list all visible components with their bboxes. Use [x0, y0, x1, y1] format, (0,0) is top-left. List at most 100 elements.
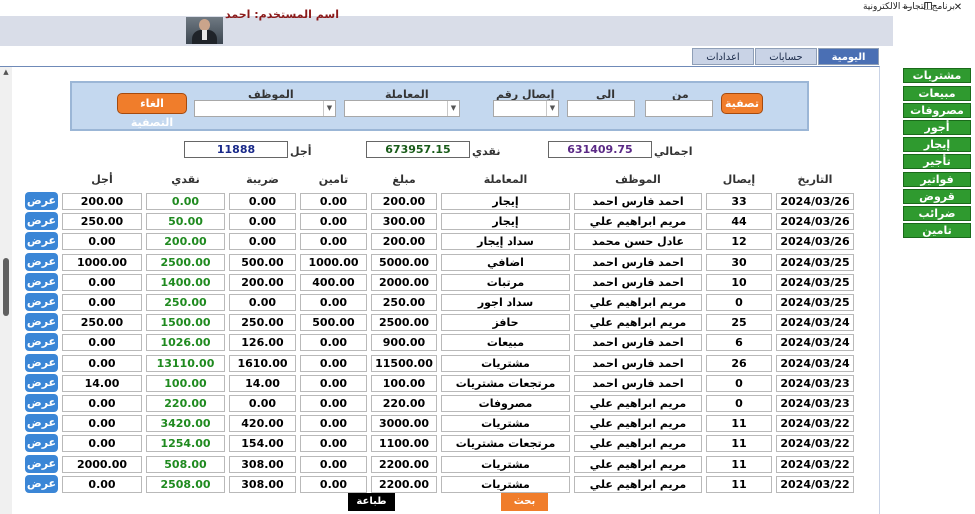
cell-amount: 2500.00 [371, 314, 437, 332]
cell-insurance: 0.00 [300, 294, 367, 311]
cell-employee: احمد فارس احمد [574, 374, 702, 392]
side-menu-taxes[interactable]: ضرائب [903, 206, 971, 221]
minimize-icon[interactable]: — [896, 1, 918, 15]
view-row-button[interactable]: عرض [25, 272, 58, 291]
side-menu-sales[interactable]: مبيعات [903, 86, 971, 101]
side-menu-expenses[interactable]: مصروفات [903, 103, 971, 118]
cell-cash: 13110.00 [146, 354, 225, 372]
cell-employee: مريم ابراهيم علي [574, 314, 702, 332]
restore-icon[interactable]: ❐ [917, 1, 939, 15]
tab-daily[interactable]: اليومية [818, 48, 879, 65]
cell-date: 2024/03/26 [776, 233, 854, 251]
view-row-button[interactable]: عرض [25, 333, 58, 352]
cell-amount: 2200.00 [371, 455, 437, 473]
cell-receipt: 11 [706, 475, 772, 493]
scroll-thumb[interactable] [3, 258, 9, 316]
cell-credit: 250.00 [62, 314, 142, 332]
cell-credit: 2000.00 [62, 455, 142, 473]
header-bar [0, 16, 893, 46]
column-header-tax: ضريبة [246, 173, 279, 186]
cell-amount: 900.00 [371, 334, 437, 352]
total-value: 631409.75 [548, 141, 652, 158]
side-menu-wages[interactable]: أجور [903, 120, 971, 135]
cash-value: 673957.15 [366, 141, 470, 158]
transaction-dropdown[interactable]: ▼ [344, 100, 460, 117]
side-menu-loans[interactable]: قروض [903, 189, 971, 204]
view-row-button[interactable]: عرض [25, 434, 58, 453]
from-date-input[interactable] [645, 100, 713, 117]
tab-accounts[interactable]: حسابات [755, 48, 817, 65]
view-row-button[interactable]: عرض [25, 394, 58, 412]
scroll-up-icon[interactable]: ▲ [1, 67, 11, 77]
view-row-button[interactable]: عرض [25, 414, 58, 433]
cell-tax: 420.00 [229, 415, 296, 433]
column-header-amount: مبلغ [392, 173, 416, 186]
column-header-employee: الموظف [615, 173, 661, 186]
table-row: عرض 0.00 250.00 0.00 0.00 250.00 سداد اج… [12, 292, 868, 312]
cell-receipt: 0 [706, 395, 772, 412]
table-row: عرض 14.00 100.00 14.00 0.00 100.00 مرتجع… [12, 373, 868, 393]
filter-button[interactable]: تصفية [721, 93, 763, 114]
side-menu-leasing[interactable]: تأجير [903, 154, 971, 169]
cell-tax: 0.00 [229, 395, 296, 412]
cell-date: 2024/03/22 [776, 415, 854, 433]
view-row-button[interactable]: عرض [25, 313, 58, 332]
cell-amount: 2000.00 [371, 273, 437, 291]
cell-transaction: مبيعات [441, 334, 570, 352]
cell-amount: 300.00 [371, 213, 437, 231]
clear-filter-button[interactable]: الغاء التصفية [117, 93, 187, 129]
table-row: عرض 0.00 1254.00 154.00 0.00 1100.00 مرت… [12, 433, 868, 453]
close-icon[interactable]: ✕ [947, 1, 969, 15]
view-row-button[interactable]: عرض [25, 454, 58, 473]
view-row-button[interactable]: عرض [25, 232, 58, 251]
view-row-button[interactable]: عرض [25, 474, 58, 493]
side-menu-rent[interactable]: إيجار [903, 137, 971, 152]
receipt-dropdown[interactable]: ▼ [493, 100, 559, 117]
cell-cash: 0.00 [146, 193, 225, 210]
search-button[interactable]: بحث [501, 493, 548, 511]
cell-insurance: 0.00 [300, 354, 367, 372]
table-row: عرض 0.00 200.00 0.00 0.00 200.00 سداد إي… [12, 231, 868, 251]
view-row-button[interactable]: عرض [25, 212, 58, 231]
column-header-transaction: المعاملة [483, 173, 528, 186]
cell-insurance: 500.00 [300, 314, 367, 332]
view-row-button[interactable]: عرض [25, 293, 58, 311]
cell-employee: مريم ابراهيم علي [574, 455, 702, 473]
cell-tax: 0.00 [229, 294, 296, 311]
cell-tax: 250.00 [229, 314, 296, 332]
cell-date: 2024/03/25 [776, 253, 854, 271]
cell-receipt: 25 [706, 314, 772, 332]
cell-date: 2024/03/23 [776, 374, 854, 392]
side-menu-insurance[interactable]: تامين [903, 223, 971, 238]
chevron-down-icon: ▼ [323, 101, 335, 116]
view-row-button[interactable]: عرض [25, 353, 58, 372]
credit-label: أجل [290, 145, 312, 158]
cell-employee: مريم ابراهيم علي [574, 415, 702, 433]
side-menu-purchases[interactable]: مشتريات [903, 68, 971, 83]
to-date-input[interactable] [567, 100, 635, 117]
column-header-date: التاريخ [797, 173, 833, 186]
tab-settings[interactable]: اعدادات [692, 48, 754, 65]
cell-credit: 0.00 [62, 475, 142, 493]
side-menu-invoices[interactable]: فواتير [903, 172, 971, 187]
cell-tax: 308.00 [229, 475, 296, 493]
cell-transaction: سداد اجور [441, 294, 570, 311]
cell-date: 2024/03/26 [776, 193, 854, 210]
table-row: عرض 250.00 50.00 0.00 0.00 300.00 إيجار … [12, 211, 868, 231]
cell-date: 2024/03/22 [776, 455, 854, 473]
column-header-receipt: إيصال [722, 173, 756, 186]
employee-dropdown[interactable]: ▼ [194, 100, 336, 117]
title-bar: برنامج التجارة الالكترونية — ❐ ✕ [0, 0, 975, 16]
cell-transaction: مشتريات [441, 354, 570, 372]
print-button[interactable]: طباعة [348, 493, 395, 511]
view-row-button[interactable]: عرض [25, 192, 58, 210]
cell-employee: احمد فارس احمد [574, 273, 702, 291]
view-row-button[interactable]: عرض [25, 252, 58, 271]
cell-cash: 3420.00 [146, 415, 225, 433]
cell-date: 2024/03/24 [776, 354, 854, 372]
view-row-button[interactable]: عرض [25, 373, 58, 392]
cell-cash: 50.00 [146, 213, 225, 231]
cell-credit: 0.00 [62, 233, 142, 251]
column-header-insurance: تامين [318, 173, 349, 186]
cell-receipt: 26 [706, 354, 772, 372]
